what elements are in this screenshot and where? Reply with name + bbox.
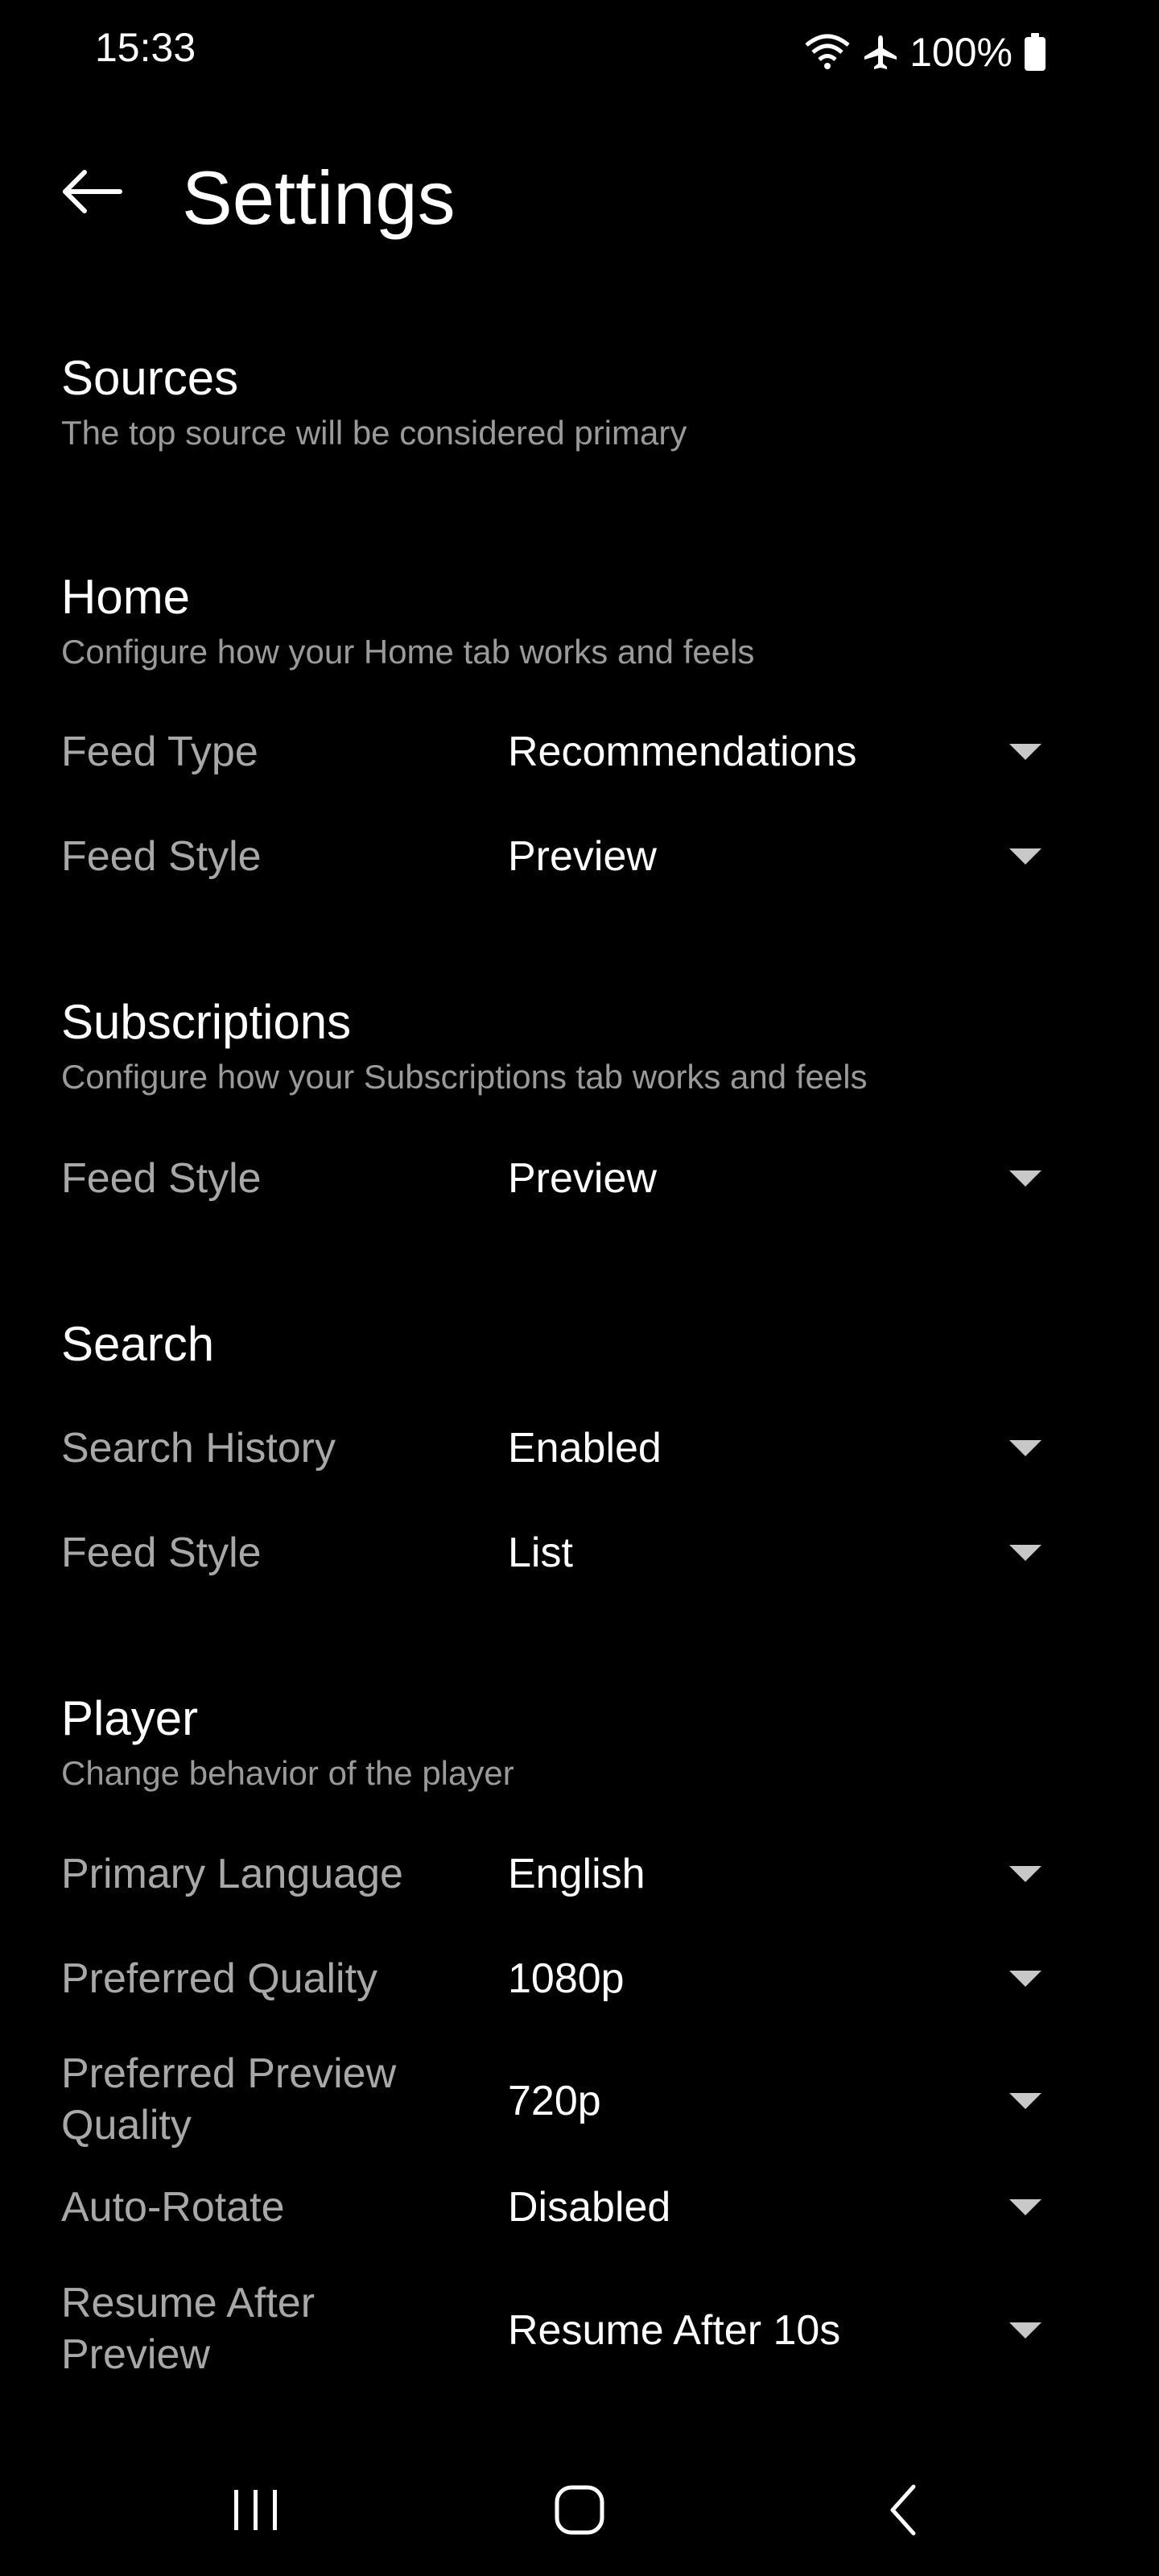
dropdown-arrow-icon [1009,2322,1041,2339]
row-value: List [508,1530,573,1576]
section-search: Search [61,1312,1059,1377]
back-button[interactable] [48,161,137,225]
row-label: Feed Style [61,1155,262,1202]
dropdown-home-feed-type[interactable]: Feed Type Recommendations [61,724,1059,805]
section-sources[interactable]: Sources The top source will be considere… [61,346,1059,456]
row-label: Feed Style [61,1530,262,1576]
nav-back-button[interactable] [839,2463,967,2560]
row-value: 720p [508,2078,601,2124]
dropdown-preferred-quality[interactable]: Preferred Quality 1080p [61,1951,1059,2032]
status-bar: 15:33 100% [0,0,1159,105]
dropdown-arrow-icon [1009,1170,1041,1187]
section-player: Player Change behavior of the player [61,1686,1059,1796]
section-title: Sources [61,351,239,405]
dropdown-arrow-icon [1009,1440,1041,1456]
home-button[interactable] [515,2463,644,2560]
status-icons: 100% [803,24,1046,80]
dropdown-arrow-icon [1009,1971,1041,1987]
page-title: Settings [182,155,456,240]
system-nav-bar [0,2447,1159,2576]
row-label: Feed Style [61,833,262,880]
row-value: Preview [508,833,657,880]
section-title: Subscriptions [61,995,352,1049]
row-label: Preferred Quality [61,1955,378,2002]
recent-apps-icon [228,2486,284,2538]
battery-percent: 100% [909,30,1013,75]
section-description: Configure how your Home tab works and fe… [61,633,755,671]
arrow-left-icon [60,167,125,220]
row-label: Resume After Preview [61,2280,316,2378]
section-subscriptions: Subscriptions Configure how your Subscri… [61,990,1059,1100]
dropdown-arrow-icon [1009,1545,1041,1561]
row-value: Recommendations [508,729,857,775]
wifi-icon [803,32,852,72]
dropdown-resume-after-preview[interactable]: Resume After Preview Resume After 10s [61,2274,1059,2387]
battery-icon [1024,33,1046,72]
section-description: Configure how your Subscriptions tab wor… [61,1058,868,1096]
dropdown-home-feed-style[interactable]: Feed Style Preview [61,829,1059,910]
dropdown-subscriptions-feed-style[interactable]: Feed Style Preview [61,1151,1059,1232]
dropdown-arrow-icon [1009,744,1041,760]
section-title: Home [61,570,191,624]
dropdown-search-history[interactable]: Search History Enabled [61,1421,1059,1501]
row-label: Auto-Rotate [61,2184,285,2231]
row-label: Feed Type [61,729,258,775]
row-value: Resume After 10s [508,2307,841,2354]
dropdown-preferred-preview-quality[interactable]: Preferred Preview Quality 720p [61,2045,1059,2157]
dropdown-arrow-icon [1009,1866,1041,1882]
dropdown-arrow-icon [1009,2093,1041,2109]
app-header: Settings [0,137,1159,250]
row-value: English [508,1851,645,1897]
section-title: Player [61,1691,199,1745]
dropdown-auto-rotate[interactable]: Auto-Rotate Disabled [61,2180,1059,2260]
row-label: Search History [61,1425,336,1472]
row-value: 1080p [508,1955,625,2002]
dropdown-arrow-icon [1009,2199,1041,2215]
row-label: Primary Language [61,1851,403,1897]
section-title: Search [61,1317,215,1371]
dropdown-arrow-icon [1009,848,1041,865]
row-value: Preview [508,1155,657,1202]
recent-apps-button[interactable] [192,2463,320,2560]
row-value: Enabled [508,1425,662,1472]
back-icon [883,2482,923,2542]
row-label: Preferred Preview Quality [61,2050,397,2149]
dropdown-search-feed-style[interactable]: Feed Style List [61,1525,1059,1606]
section-description: The top source will be considered primar… [61,414,687,452]
section-home: Home Configure how your Home tab works a… [61,565,1059,675]
home-icon [551,2482,608,2542]
section-description: Change behavior of the player [61,1754,514,1792]
airplane-icon [863,34,898,71]
dropdown-primary-language[interactable]: Primary Language English [61,1847,1059,1927]
row-value: Disabled [508,2184,671,2231]
status-time: 15:33 [95,25,196,70]
